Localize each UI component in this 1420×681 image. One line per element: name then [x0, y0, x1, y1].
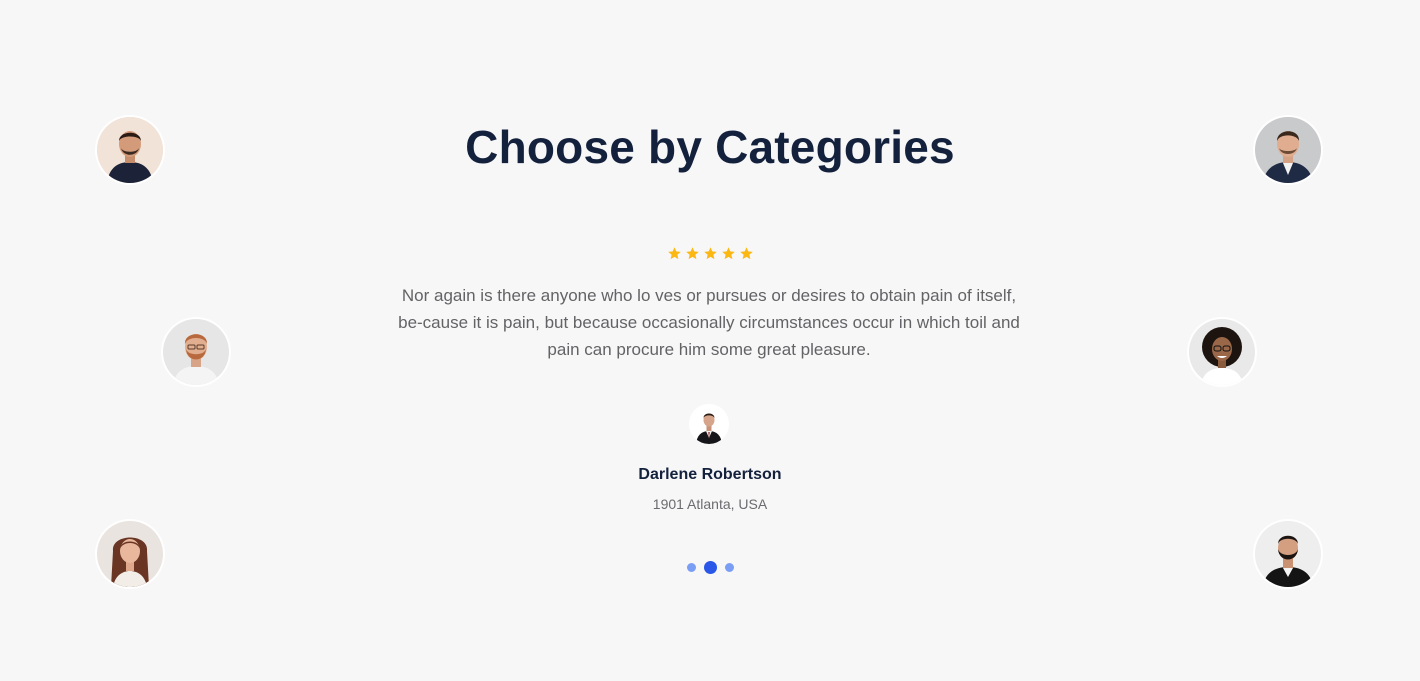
- slider-dot-1[interactable]: [686, 563, 696, 572]
- floating-avatar-bottom-right: [1255, 521, 1321, 587]
- star-icon: [685, 247, 699, 260]
- author-avatar: [689, 404, 729, 444]
- section-title: Choose by Categories: [465, 121, 955, 173]
- author-name: Darlene Robertson: [638, 466, 782, 483]
- slider-pagination: [0, 561, 1420, 574]
- author-location: 1901 Atlanta, USA: [652, 496, 768, 512]
- rating-stars: [0, 246, 1420, 261]
- floating-avatar-top-left: [97, 117, 163, 183]
- star-icon: [739, 247, 753, 260]
- star-icon: [667, 247, 681, 260]
- slider-dot-3[interactable]: [724, 563, 734, 572]
- floating-avatar-bottom-left: [97, 521, 163, 587]
- star-icon: [703, 247, 717, 260]
- testimonial-quote: Nor again is there anyone who lo ves or …: [398, 286, 1020, 359]
- floating-avatar-mid-right: [1189, 319, 1255, 385]
- floating-avatar-top-right: [1255, 117, 1321, 183]
- slider-dot-2[interactable]: [703, 561, 717, 574]
- star-icon: [721, 247, 735, 260]
- floating-avatar-mid-left: [163, 319, 229, 385]
